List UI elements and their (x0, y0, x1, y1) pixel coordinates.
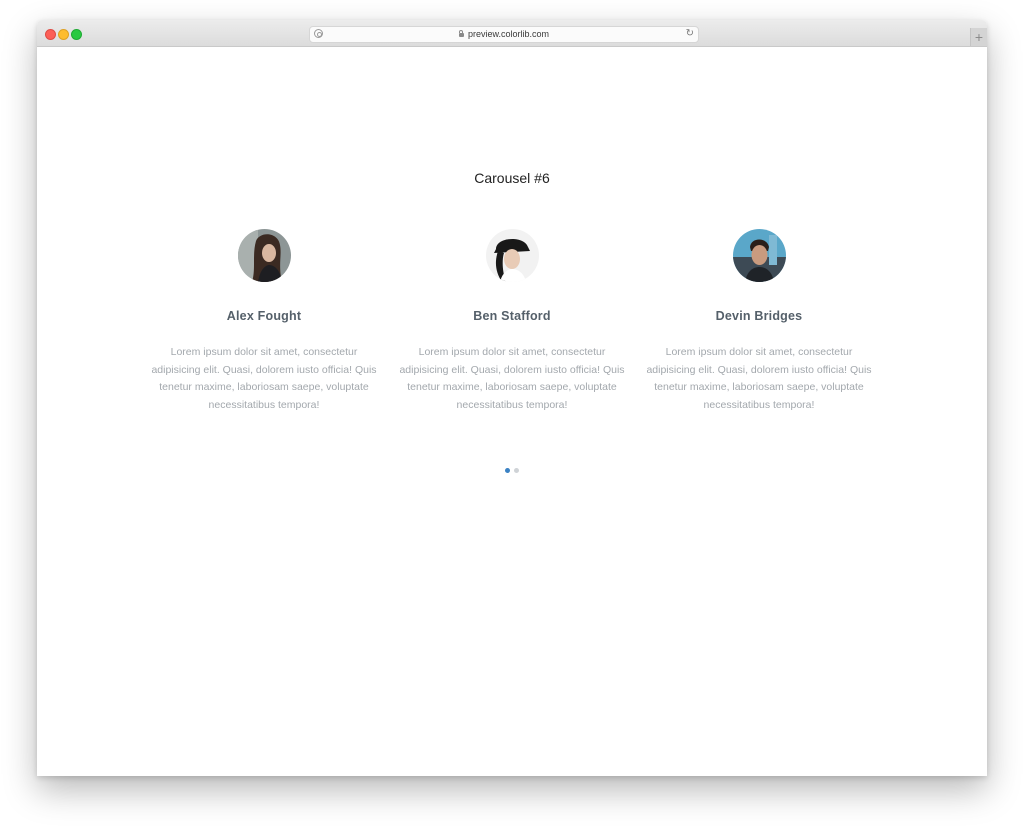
testimonial-name: Ben Stafford (473, 309, 551, 323)
minimize-window-button[interactable] (58, 29, 69, 40)
address-bar-text: preview.colorlib.com (310, 27, 698, 42)
browser-toolbar: preview.colorlib.com ↻ + (37, 20, 987, 47)
carousel-pagination (37, 468, 987, 473)
testimonial-name: Devin Bridges (715, 309, 803, 323)
address-bar[interactable]: preview.colorlib.com ↻ (309, 26, 699, 43)
testimonial-card: Ben Stafford Lorem ipsum dolor sit amet,… (397, 229, 627, 415)
testimonial-card: Alex Fought Lorem ipsum dolor sit amet, … (149, 229, 379, 415)
testimonial-text: Lorem ipsum dolor sit amet, consectetur … (151, 346, 377, 412)
avatar (237, 229, 291, 282)
testimonial-name: Alex Fought (226, 309, 302, 323)
page-content: Carousel #6 Alex Fought Lorem ipsum dolo… (37, 47, 987, 776)
avatar (732, 229, 786, 282)
testimonial-text: Lorem ipsum dolor sit amet, consectetur … (646, 346, 872, 412)
browser-window: preview.colorlib.com ↻ + Carousel #6 Ale… (37, 20, 987, 776)
testimonial-card: Devin Bridges Lorem ipsum dolor sit amet… (644, 229, 874, 415)
testimonial-text: Lorem ipsum dolor sit amet, consectetur … (399, 346, 625, 412)
woman-hat-portrait-icon (485, 229, 539, 282)
carousel-dot[interactable] (514, 468, 519, 473)
lock-icon (458, 30, 464, 37)
page-title: Carousel #6 (474, 170, 550, 186)
woman-portrait-icon (237, 229, 291, 282)
man-portrait-icon (732, 229, 786, 282)
close-window-button[interactable] (45, 29, 56, 40)
avatar (485, 229, 539, 282)
url-label: preview.colorlib.com (467, 29, 550, 39)
carousel-dot[interactable] (505, 468, 510, 473)
new-tab-button[interactable]: + (970, 28, 987, 46)
reload-icon[interactable]: ↻ (686, 28, 694, 40)
maximize-window-button[interactable] (71, 29, 82, 40)
